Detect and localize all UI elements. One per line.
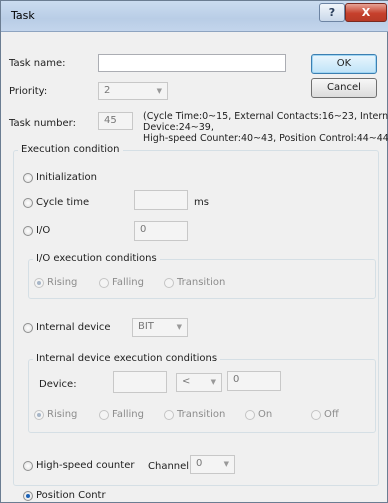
cycle-time-radio[interactable] — [23, 198, 33, 208]
initialization-radio[interactable] — [23, 173, 33, 183]
internal-device-label: Internal device — [36, 322, 111, 333]
io-radio[interactable] — [23, 226, 33, 236]
compare-value-input: 0 — [227, 371, 281, 391]
priority-label: Priority: — [9, 86, 48, 97]
task-number-label: Task number: — [9, 118, 76, 129]
io-rising-label: Rising — [47, 277, 78, 288]
channel-label: Channel: — [148, 461, 193, 472]
internal-on-radio[interactable] — [245, 410, 255, 420]
internal-on-label: On — [258, 409, 273, 420]
title-bar[interactable]: Task ? X — [1, 1, 388, 32]
internal-rising-radio[interactable] — [34, 410, 44, 420]
io-rising-radio[interactable] — [34, 278, 44, 288]
device-input — [113, 371, 167, 393]
compare-operator-value: < — [182, 376, 191, 387]
io-label: I/O — [36, 225, 51, 236]
channel-value: 0 — [196, 458, 203, 469]
cycle-time-input — [134, 190, 188, 210]
initialization-label: Initialization — [36, 172, 97, 183]
io-transition-radio[interactable] — [164, 278, 174, 288]
close-button[interactable]: X — [345, 3, 387, 22]
cycle-time-unit: ms — [194, 197, 209, 208]
internal-device-type-value: BIT — [138, 321, 154, 332]
internal-rising-label: Rising — [47, 409, 78, 420]
high-speed-counter-label: High-speed counter — [36, 460, 135, 471]
priority-select[interactable]: 2 ▼ — [98, 82, 168, 100]
io-falling-radio[interactable] — [99, 278, 109, 288]
hint-line: (Cycle Time:0~15, External Contacts:16~2… — [143, 111, 388, 122]
chevron-down-icon: ▼ — [176, 323, 182, 331]
task-name-input[interactable] — [98, 54, 286, 72]
priority-value: 2 — [104, 85, 111, 96]
hint-line: Device:24~39, — [143, 122, 214, 133]
ok-button[interactable]: OK — [311, 54, 377, 74]
chevron-down-icon: ▼ — [156, 87, 162, 95]
task-number-hint: (Cycle Time:0~15, External Contacts:16~2… — [143, 111, 388, 144]
chevron-down-icon: ▼ — [223, 460, 229, 468]
internal-transition-label: Transition — [177, 409, 226, 420]
help-button[interactable]: ? — [319, 3, 345, 22]
task-dialog: Task ? X Task name: OK Priority: 2 ▼ Can… — [0, 0, 388, 503]
chevron-down-icon: ▼ — [210, 378, 216, 386]
internal-device-radio[interactable] — [23, 323, 33, 333]
channel-select[interactable]: 0 ▼ — [190, 455, 235, 474]
internal-off-label: Off — [324, 409, 339, 420]
position-control-radio[interactable] — [23, 491, 33, 501]
io-input: 0 — [134, 221, 188, 241]
cancel-button[interactable]: Cancel — [311, 78, 377, 98]
internal-transition-radio[interactable] — [164, 410, 174, 420]
compare-operator-select[interactable]: < ▼ — [176, 373, 222, 392]
cycle-time-label: Cycle time — [36, 197, 90, 208]
io-falling-label: Falling — [112, 277, 144, 288]
internal-falling-label: Falling — [112, 409, 144, 420]
position-control-label: Position Contr — [36, 490, 106, 501]
task-name-label: Task name: — [9, 58, 66, 69]
internal-off-radio[interactable] — [311, 410, 321, 420]
internal-device-type-select[interactable]: BIT ▼ — [132, 318, 188, 337]
io-conditions-legend: I/O execution conditions — [33, 253, 160, 264]
internal-falling-radio[interactable] — [99, 410, 109, 420]
internal-conditions-group — [28, 359, 376, 433]
execution-condition-legend: Execution condition — [18, 144, 123, 155]
internal-conditions-legend: Internal device execution conditions — [33, 353, 221, 364]
device-label: Device: — [39, 379, 77, 390]
hint-line: High-speed Counter:40~43, Position Contr… — [143, 133, 388, 144]
window-title: Task — [11, 9, 35, 22]
io-transition-label: Transition — [177, 277, 226, 288]
task-number-input: 45 — [98, 112, 133, 130]
high-speed-counter-radio[interactable] — [23, 461, 33, 471]
